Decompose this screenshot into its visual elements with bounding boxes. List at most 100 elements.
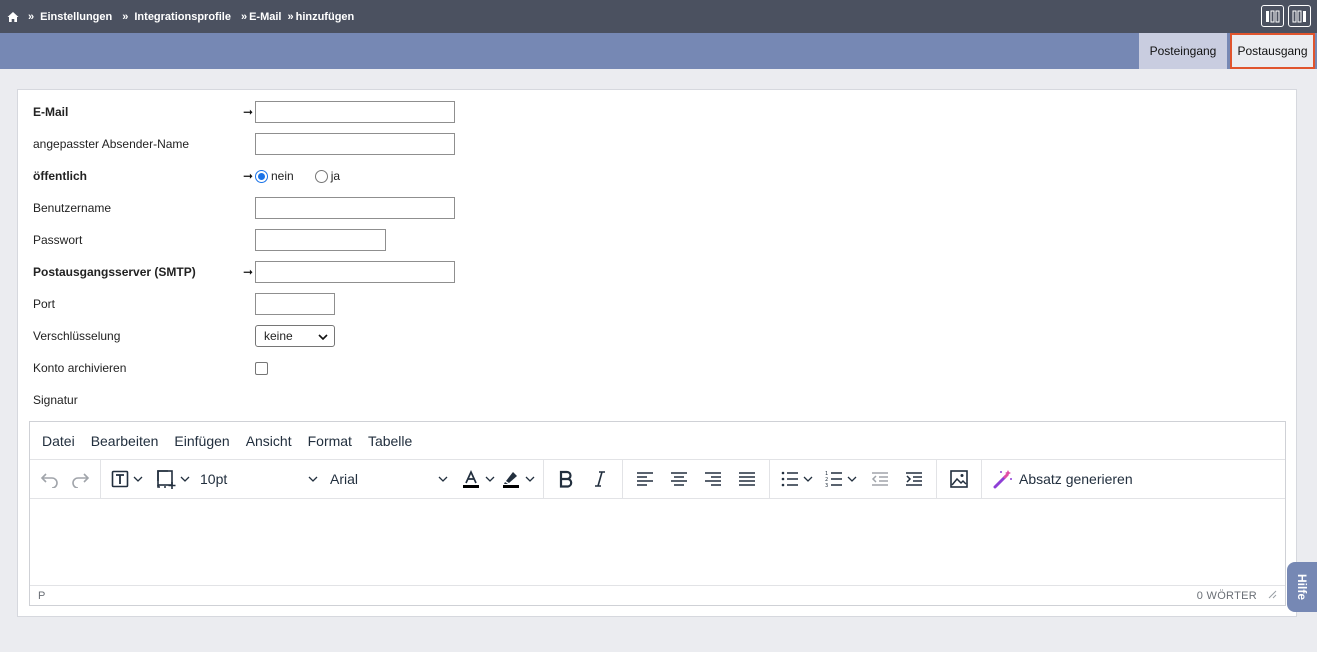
- chevron-down-icon: [318, 329, 328, 343]
- breadcrumb-email[interactable]: E-Mail: [249, 11, 281, 23]
- layout-columns-right-icon[interactable]: [1288, 5, 1311, 27]
- menu-ansicht[interactable]: Ansicht: [246, 433, 292, 449]
- text-color-dropdown[interactable]: [458, 464, 498, 494]
- help-label: Hilfe: [1294, 573, 1309, 601]
- top-bar: » Einstellungen » Integrationsprofile » …: [0, 0, 1317, 33]
- menu-einfuegen[interactable]: Einfügen: [174, 433, 229, 449]
- row-password: Passwort: [33, 229, 633, 251]
- menu-tabelle[interactable]: Tabelle: [368, 433, 412, 449]
- numbered-list-dropdown[interactable]: 123: [819, 464, 863, 494]
- add-block-icon: [157, 470, 176, 489]
- element-path[interactable]: P: [38, 590, 45, 602]
- public-radio-yes[interactable]: ja: [314, 169, 341, 183]
- email-input[interactable]: [255, 101, 455, 123]
- font-size-select[interactable]: 10pt: [200, 471, 322, 487]
- menu-format[interactable]: Format: [308, 433, 352, 449]
- row-smtp: Postausgangsserver (SMTP) ➞: [33, 261, 633, 283]
- align-right-icon[interactable]: [696, 464, 730, 494]
- row-signature: Signatur: [33, 389, 633, 411]
- word-count: 0 WÖRTER: [1196, 589, 1257, 602]
- chevron-down-icon: [847, 476, 857, 482]
- insert-block-dropdown[interactable]: [152, 464, 194, 494]
- smtp-label: Postausgangsserver (SMTP): [33, 265, 196, 279]
- text-block-dropdown[interactable]: [106, 464, 148, 494]
- indent-icon[interactable]: [897, 464, 931, 494]
- bullet-list-dropdown[interactable]: [775, 464, 819, 494]
- italic-icon[interactable]: [583, 464, 617, 494]
- toolbar-group-style: [544, 460, 623, 498]
- chevron-down-icon: [308, 476, 318, 482]
- tab-postausgang[interactable]: Postausgang: [1230, 33, 1315, 69]
- required-arrow-icon: ➞: [242, 169, 253, 183]
- font-family-select[interactable]: Arial: [330, 471, 452, 487]
- tab-posteingang[interactable]: Posteingang: [1139, 33, 1227, 69]
- editor-statusbar: P 0 WÖRTER: [30, 585, 1285, 605]
- help-tab[interactable]: Hilfe: [1287, 562, 1317, 612]
- breadcrumb-separator: »: [28, 10, 35, 23]
- redo-icon[interactable]: [65, 464, 95, 494]
- row-port: Port: [33, 293, 633, 315]
- row-archive: Konto archivieren: [33, 357, 633, 379]
- toolbar-group-ai: Absatz generieren: [982, 460, 1144, 498]
- chevron-down-icon: [803, 476, 813, 482]
- chevron-down-icon: [525, 476, 535, 482]
- align-center-icon[interactable]: [662, 464, 696, 494]
- signature-label: Signatur: [33, 393, 78, 407]
- menu-datei[interactable]: Datei: [42, 433, 75, 449]
- required-arrow-icon: ➞: [242, 265, 253, 279]
- public-label: öffentlich: [33, 169, 87, 183]
- font-size-value: 10pt: [200, 471, 228, 487]
- text-color-icon: [463, 469, 479, 488]
- sender-name-label: angepasster Absender-Name: [33, 137, 190, 151]
- username-input[interactable]: [255, 197, 455, 219]
- port-input[interactable]: [255, 293, 335, 315]
- radio-unchecked-icon[interactable]: [314, 169, 328, 183]
- public-radio-no[interactable]: nein: [255, 169, 294, 183]
- toolbar-group-media: [937, 460, 982, 498]
- editor-menubar: Datei Bearbeiten Einfügen Ansicht Format…: [30, 422, 1285, 460]
- password-input[interactable]: [255, 229, 386, 251]
- toolbar-group-lists: 123: [770, 460, 937, 498]
- generate-paragraph-button[interactable]: Absatz generieren: [987, 464, 1139, 494]
- magic-wand-icon: [993, 470, 1012, 489]
- menu-bearbeiten[interactable]: Bearbeiten: [91, 433, 159, 449]
- breadcrumb-hinzufuegen: hinzufügen: [295, 10, 355, 23]
- toolbar-group-align: [623, 460, 770, 498]
- row-encryption: Verschlüsselung keine: [33, 325, 633, 347]
- row-email: E-Mail ➞: [33, 101, 633, 123]
- row-sender-name: angepasster Absender-Name: [33, 133, 633, 155]
- encryption-select[interactable]: keine: [255, 325, 335, 347]
- editor-toolbar: 10pt Arial 1 2 3 Absatz generieren: [30, 460, 1285, 499]
- tab-bar: Posteingang Postausgang: [0, 33, 1317, 69]
- radio-checked-icon[interactable]: [255, 169, 268, 183]
- bold-icon[interactable]: [549, 464, 583, 494]
- toolbar-group-history: [30, 460, 101, 498]
- breadcrumb-integrationsprofile[interactable]: Integrationsprofile: [134, 11, 231, 23]
- archive-checkbox[interactable]: [255, 361, 268, 375]
- insert-image-icon[interactable]: [942, 464, 976, 494]
- chevron-down-icon: [485, 476, 495, 482]
- smtp-input[interactable]: [255, 261, 455, 283]
- port-label: Port: [33, 297, 56, 311]
- align-left-icon[interactable]: [628, 464, 662, 494]
- undo-icon[interactable]: [35, 464, 65, 494]
- chevron-down-icon: [438, 476, 448, 482]
- signature-editor: Datei Bearbeiten Einfügen Ansicht Format…: [29, 421, 1286, 606]
- resize-handle-icon[interactable]: [1267, 589, 1277, 602]
- highlight-color-dropdown[interactable]: [498, 464, 538, 494]
- layout-columns-left-icon[interactable]: [1261, 5, 1284, 27]
- home-icon[interactable]: [7, 11, 19, 23]
- required-arrow-icon: ➞: [242, 105, 253, 119]
- generate-paragraph-label: Absatz generieren: [1019, 471, 1133, 487]
- layout-switcher: [1261, 5, 1311, 27]
- outdent-icon[interactable]: [863, 464, 897, 494]
- password-label: Passwort: [33, 233, 83, 247]
- sender-name-input[interactable]: [255, 133, 455, 155]
- align-justify-icon[interactable]: [730, 464, 764, 494]
- breadcrumb-einstellungen[interactable]: Einstellungen: [40, 11, 112, 23]
- public-yes-label: ja: [330, 169, 341, 183]
- encryption-label: Verschlüsselung: [33, 329, 121, 343]
- numbered-list-icon: 123: [825, 471, 842, 488]
- editor-content-area[interactable]: [30, 499, 1285, 585]
- row-username: Benutzername: [33, 197, 633, 219]
